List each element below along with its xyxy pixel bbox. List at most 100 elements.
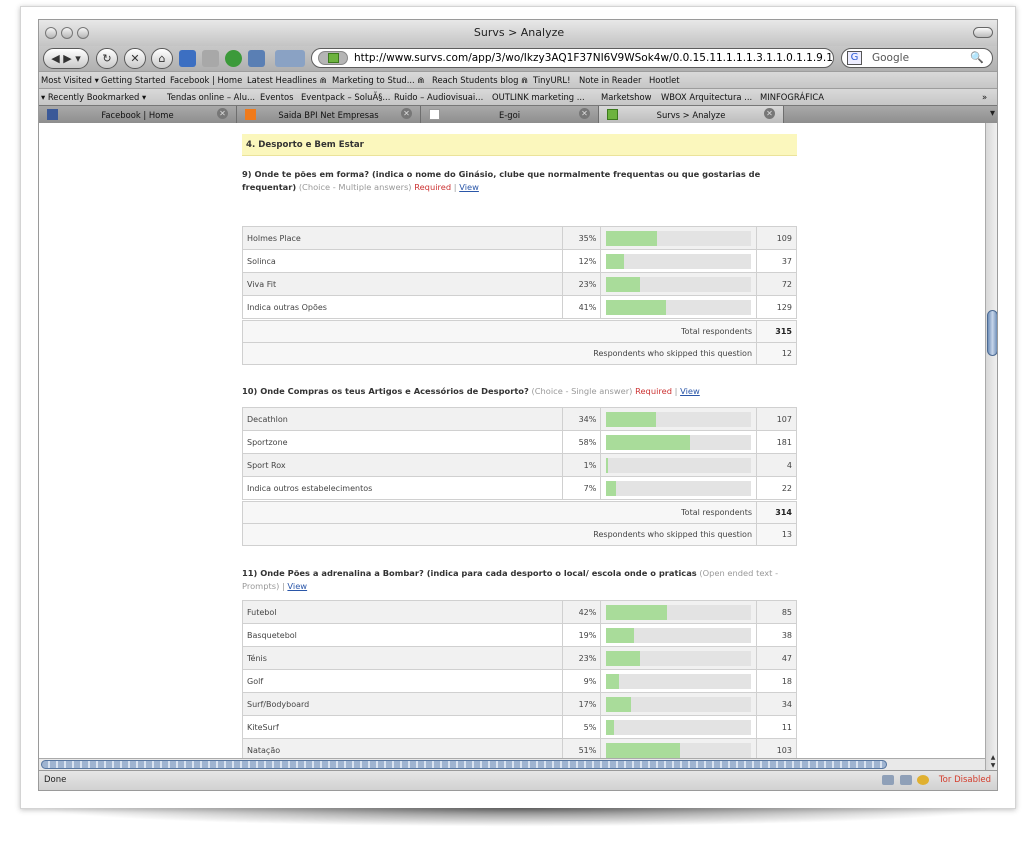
progress-track bbox=[606, 742, 752, 758]
back-forward-button[interactable]: ◀ ▶ ▾ bbox=[43, 48, 89, 69]
bookmark-hootlet[interactable]: Hootlet bbox=[649, 75, 680, 85]
progress-fill bbox=[606, 299, 666, 315]
answer-row: Ténis 23% 47 bbox=[241, 646, 797, 670]
answer-row: Holmes Place 35% 109 bbox=[241, 226, 797, 250]
toolbar-toggle-icon[interactable] bbox=[973, 27, 993, 38]
required-label: Required bbox=[635, 386, 672, 396]
view-link[interactable]: View bbox=[287, 581, 307, 591]
bookmark-getting-started[interactable]: Getting Started bbox=[101, 75, 166, 85]
tab-list-icon[interactable]: ▾ bbox=[990, 108, 995, 119]
bookmark-latest-headlines[interactable]: Latest Headlines ⋒ bbox=[247, 75, 327, 85]
answer-count: 129 bbox=[756, 295, 797, 319]
tab-bpi-net[interactable]: Saida BPI Net Empresas ✕ bbox=[237, 106, 421, 123]
question-11-title: 11) Onde Pões a adrenalina a Bombar? (in… bbox=[242, 568, 779, 591]
status-text: Done bbox=[44, 775, 67, 785]
search-box[interactable]: G Google 🔍 bbox=[841, 48, 993, 68]
vertical-scroll-thumb[interactable] bbox=[987, 310, 997, 356]
bookmarks-overflow-chevron[interactable]: » bbox=[982, 92, 987, 102]
bookmark-eventpack[interactable]: Eventpack – SoluÃ§... bbox=[301, 92, 390, 102]
home-icon[interactable]: ⌂ bbox=[151, 48, 173, 69]
tab-close-icon[interactable]: ✕ bbox=[579, 108, 590, 119]
vertical-scrollbar[interactable]: ▲ ▼ bbox=[985, 123, 997, 770]
bookmark-facebook[interactable]: Facebook | Home bbox=[170, 75, 242, 85]
bookmarks-toolbar-secondary: ▾ Recently Bookmarked ▾ Tendas online – … bbox=[39, 88, 997, 105]
bookmark-icon[interactable] bbox=[179, 50, 196, 67]
answer-label: Futebol bbox=[241, 600, 564, 624]
answer-percent: 17% bbox=[562, 692, 602, 716]
tab-close-icon[interactable]: ✕ bbox=[217, 108, 228, 119]
answer-label: Solinca bbox=[241, 249, 564, 273]
address-bar[interactable]: http://www.survs.com/app/3/wo/Ikzy3AQ1F3… bbox=[311, 48, 834, 68]
progress-track bbox=[606, 604, 752, 620]
horizontal-scrollbar[interactable] bbox=[39, 758, 985, 770]
print-icon[interactable] bbox=[202, 50, 219, 67]
answer-bar-cell bbox=[600, 249, 758, 273]
bookmark-minfografica[interactable]: MINFOGRÁFICA bbox=[760, 92, 824, 102]
tab-label: Survs > Analyze bbox=[656, 110, 726, 120]
addon-icon[interactable] bbox=[275, 50, 305, 67]
answer-label: Sportzone bbox=[241, 430, 564, 454]
answer-label: Sport Rox bbox=[241, 453, 564, 477]
progress-track bbox=[606, 673, 752, 689]
answer-row: Indica outras Opões 41% 129 bbox=[241, 295, 797, 319]
google-icon[interactable]: G bbox=[847, 51, 862, 65]
scroll-arrows-icon[interactable]: ▲ ▼ bbox=[986, 754, 997, 770]
bookmark-tendas-online[interactable]: Tendas online – Alu... bbox=[167, 92, 255, 102]
answer-row: Sportzone 58% 181 bbox=[241, 430, 797, 454]
bookmark-wbox[interactable]: WBOX Arquitectura ... bbox=[661, 92, 752, 102]
delicious-icon[interactable] bbox=[248, 50, 265, 67]
answer-bar-cell bbox=[600, 646, 758, 670]
question-9-results: Holmes Place 35% 109 Solinca 12% 37 Viva Fit 23… bbox=[241, 226, 797, 365]
bookmark-note-in-reader[interactable]: Note in Reader bbox=[579, 75, 641, 85]
stop-icon[interactable]: ✕ bbox=[124, 48, 146, 69]
bookmark-ruido[interactable]: Ruido – Audiovisuai... bbox=[394, 92, 483, 102]
stumble-icon[interactable] bbox=[225, 50, 242, 67]
site-identity-icon[interactable] bbox=[318, 51, 348, 65]
view-link[interactable]: View bbox=[459, 182, 479, 192]
tab-close-icon[interactable]: ✕ bbox=[764, 108, 775, 119]
answer-bar-cell bbox=[600, 669, 758, 693]
bookmark-marketing-to-students[interactable]: Marketing to Stud... ⋒ bbox=[332, 75, 424, 85]
answer-percent: 42% bbox=[562, 600, 602, 624]
skipped-row: Respondents who skipped this question 13 bbox=[241, 523, 797, 546]
bookmark-recently-bookmarked[interactable]: ▾ Recently Bookmarked ▾ bbox=[41, 92, 146, 102]
bookmark-marketshow[interactable]: Marketshow bbox=[601, 92, 651, 102]
search-icon[interactable]: 🔍 bbox=[970, 49, 984, 67]
question-11-results: Futebol 42% 85 Basquetebol 19% 38 Ténis 23% 47 Go… bbox=[241, 600, 797, 770]
tab-survs-analyze[interactable]: Survs > Analyze ✕ bbox=[599, 106, 784, 123]
tab-e-goi[interactable]: E-goi ✕ bbox=[421, 106, 599, 123]
question-9-title: 9) Onde te pões em forma? (indica o nome… bbox=[242, 169, 761, 192]
bookmark-outlink[interactable]: OUTLINK marketing ... bbox=[492, 92, 585, 102]
total-row: Total respondents 315 bbox=[241, 320, 797, 343]
tor-status[interactable]: Tor Disabled bbox=[939, 775, 991, 785]
answer-row: Decathlon 34% 107 bbox=[241, 407, 797, 431]
horizontal-scroll-thumb[interactable] bbox=[41, 760, 887, 769]
tab-label: Saida BPI Net Empresas bbox=[278, 110, 379, 120]
progress-fill bbox=[606, 650, 640, 666]
progress-fill bbox=[606, 276, 640, 292]
addon-status-icon[interactable] bbox=[882, 775, 894, 785]
status-bar: Done Tor Disabled bbox=[39, 770, 997, 790]
answer-percent: 19% bbox=[562, 623, 602, 647]
view-link[interactable]: View bbox=[680, 386, 700, 396]
page-content: 4. Desporto e Bem Estar 9) Onde te pões … bbox=[39, 123, 985, 770]
greasemonkey-icon[interactable] bbox=[917, 775, 930, 785]
bookmark-eventos[interactable]: Eventos bbox=[260, 92, 293, 102]
reload-icon[interactable]: ↻ bbox=[96, 48, 118, 69]
bookmark-most-visited[interactable]: Most Visited ▾ bbox=[41, 75, 99, 85]
answer-label: Golf bbox=[241, 669, 564, 693]
bookmark-reach-students[interactable]: Reach Students blog ⋒ bbox=[432, 75, 528, 85]
progress-track bbox=[606, 457, 752, 473]
progress-fill bbox=[606, 627, 634, 643]
tab-close-icon[interactable]: ✕ bbox=[401, 108, 412, 119]
progress-track bbox=[606, 480, 752, 496]
answer-count: 85 bbox=[756, 600, 797, 624]
title-bar: Survs > Analyze bbox=[39, 20, 997, 46]
progress-track bbox=[606, 230, 752, 246]
answer-percent: 34% bbox=[562, 407, 602, 431]
bookmark-tinyurl[interactable]: TinyURL! bbox=[533, 75, 570, 85]
answer-label: Surf/Bodyboard bbox=[241, 692, 564, 716]
tab-facebook[interactable]: Facebook | Home ✕ bbox=[39, 106, 237, 123]
addon-status-icon[interactable] bbox=[899, 775, 912, 785]
answer-bar-cell bbox=[600, 430, 758, 454]
